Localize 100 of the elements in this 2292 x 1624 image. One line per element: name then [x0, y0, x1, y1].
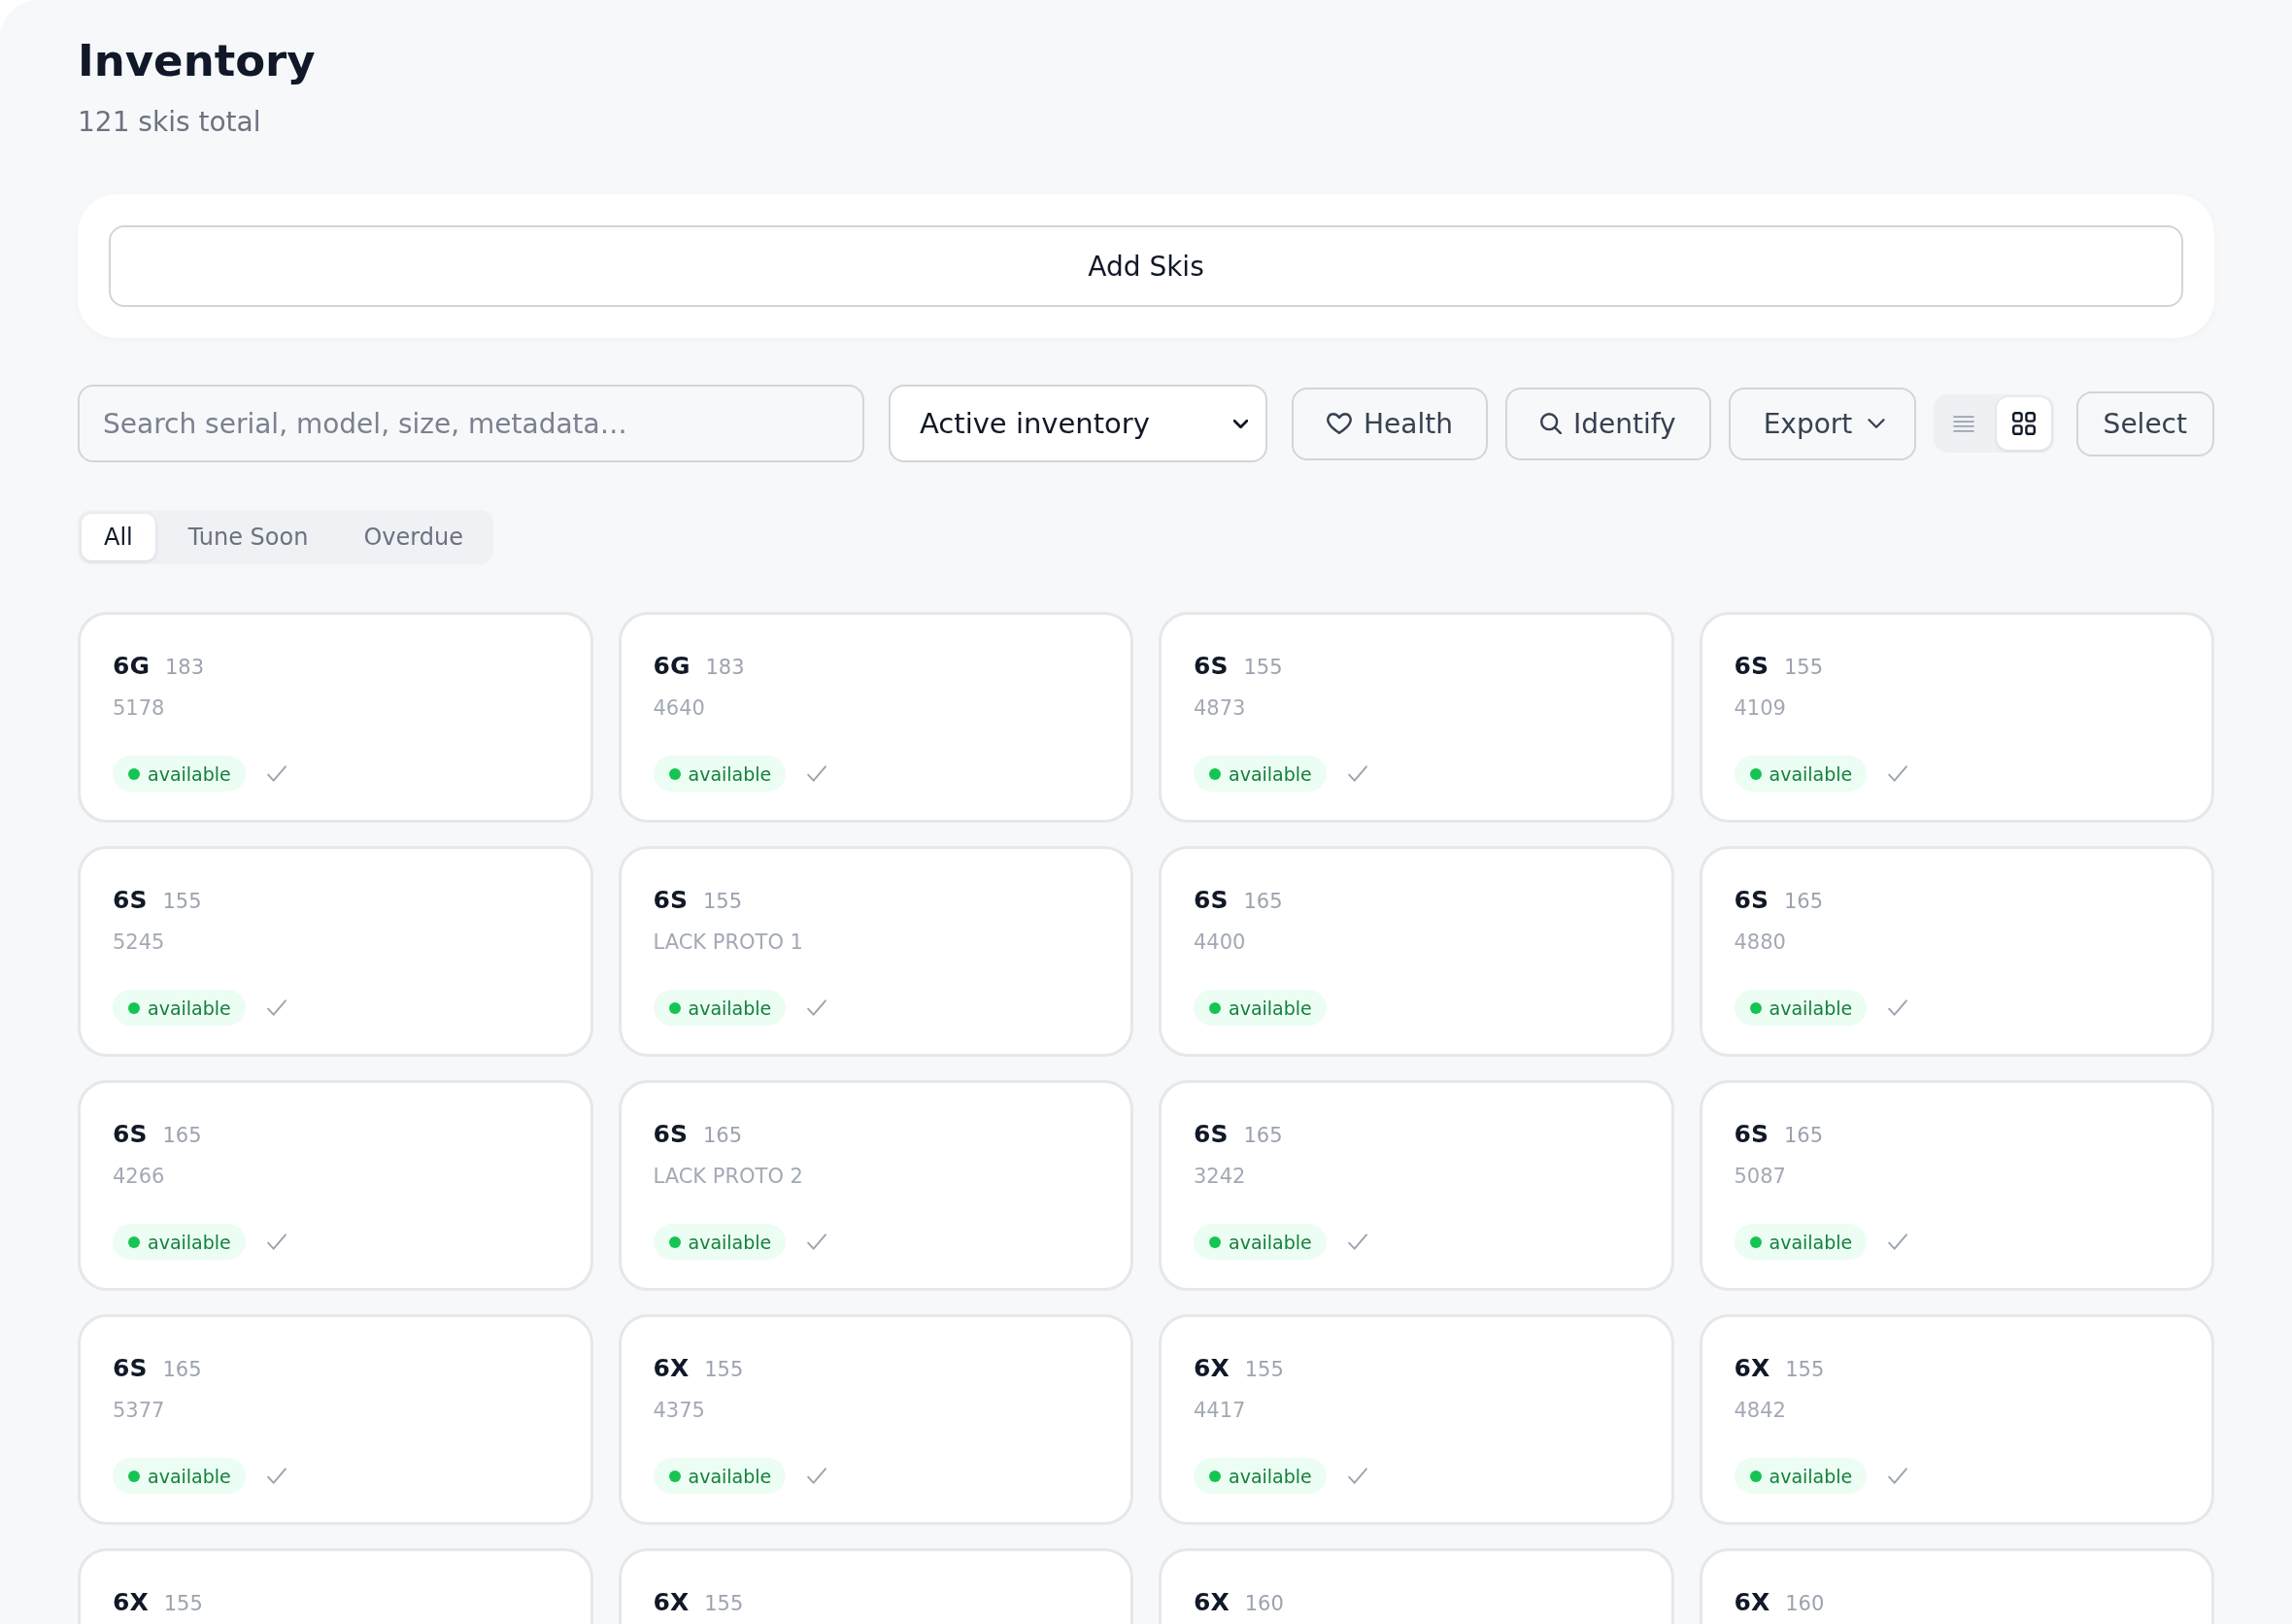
ski-model: 6X	[1734, 1587, 1770, 1618]
ski-size: 155	[1785, 1357, 1825, 1383]
ski-card[interactable]: 6S 155 LACK PROTO 1 available	[618, 846, 1133, 1057]
status-label: available	[1229, 997, 1312, 1019]
status-label: available	[148, 997, 231, 1019]
status-dot-icon	[128, 1470, 140, 1482]
status-label: available	[1229, 762, 1312, 785]
status-dot-icon	[1749, 767, 1762, 780]
toolbar-button[interactable]: Export	[1728, 387, 1917, 460]
status-dot-icon	[1209, 1235, 1221, 1248]
serial-number: 4842	[1734, 1398, 1787, 1424]
status-dot-icon	[128, 1235, 140, 1248]
heart-icon	[1327, 413, 1352, 434]
ski-card[interactable]: 6X 155	[618, 1548, 1133, 1624]
ski-card[interactable]: 6X 155 4417 available	[1159, 1314, 1674, 1525]
grid-icon	[2012, 412, 2037, 435]
filter-tab[interactable]: Tune Soon	[165, 514, 331, 560]
serial-number: 4880	[1734, 930, 1787, 956]
add-skis-button[interactable]: Add Skis	[109, 225, 2183, 307]
ski-model: 6X	[1194, 1587, 1230, 1618]
ski-size: 155	[704, 1591, 744, 1617]
serial-number: LACK PROTO 2	[653, 1164, 804, 1190]
ski-card[interactable]: 6X 155 4375 available	[618, 1314, 1133, 1525]
ski-card[interactable]: 6S 155 5245 available	[78, 846, 593, 1057]
ski-card[interactable]: 6S 165 3242 available	[1159, 1080, 1674, 1291]
ski-size: 183	[164, 655, 204, 681]
ski-card[interactable]: 6S 165 5377 available	[78, 1314, 593, 1525]
grid-view-button[interactable]	[1997, 397, 2052, 450]
status-dot-icon	[1749, 1470, 1762, 1482]
status-dot-icon	[668, 767, 681, 780]
ski-card[interactable]: 6S 165 4266 available	[78, 1080, 593, 1291]
status-label: available	[688, 762, 772, 785]
ski-size: 165	[162, 1357, 202, 1383]
serial-number: 4417	[1194, 1398, 1247, 1424]
ski-size: 165	[1783, 1123, 1823, 1149]
ski-model: 6S	[113, 1119, 148, 1150]
ski-size: 155	[704, 1357, 744, 1383]
status-label: available	[688, 1231, 772, 1253]
serial-number: 4266	[113, 1164, 166, 1190]
search-field[interactable]: Search serial, model, size, metadata…	[78, 385, 864, 462]
status-label: available	[1769, 762, 1853, 785]
status-label: available	[1229, 1231, 1312, 1253]
ski-card[interactable]: 6X 155 4842 available	[1699, 1314, 2214, 1525]
filter-tab[interactable]: Overdue	[341, 514, 486, 560]
ski-card[interactable]: 6S 165 4880 available	[1699, 846, 2214, 1057]
ski-model: 6X	[1734, 1353, 1770, 1384]
inventory-select[interactable]: Active inventory	[889, 385, 1267, 462]
ski-model: 6X	[1194, 1353, 1230, 1384]
ski-card[interactable]: 6S 155 4109 available	[1699, 612, 2214, 823]
toolbar-button[interactable]: Identify	[1504, 387, 1711, 460]
ski-card[interactable]: 6X 160	[1159, 1548, 1674, 1624]
serial-number: 3242	[1194, 1164, 1247, 1190]
ski-card[interactable]: 6G 183 4640 available	[618, 612, 1133, 823]
status-dot-icon	[128, 1001, 140, 1014]
ski-model: 6S	[113, 885, 148, 916]
status-dot-icon	[668, 1235, 681, 1248]
ski-card[interactable]: 6S 155 4873 available	[1159, 612, 1674, 823]
ski-card[interactable]: 6S 165 4400 available	[1159, 846, 1674, 1057]
status-dot-icon	[668, 1001, 681, 1014]
ski-size: 165	[1243, 1123, 1283, 1149]
status-label: available	[1769, 1231, 1853, 1253]
toolbar-button[interactable]: Health	[1292, 387, 1488, 460]
status-dot-icon	[1209, 767, 1221, 780]
ski-card[interactable]: 6X 160	[1699, 1548, 2214, 1624]
serial-number: LACK PROTO 1	[653, 930, 804, 956]
status-dot-icon	[128, 767, 140, 780]
serial-number: 4400	[1194, 930, 1247, 956]
ski-size: 165	[1243, 889, 1283, 915]
ski-size: 160	[1244, 1591, 1284, 1617]
ski-model: 6S	[1734, 1119, 1769, 1150]
ski-model: 6S	[113, 1353, 148, 1384]
ski-size: 183	[705, 655, 745, 681]
ski-model: 6S	[1734, 651, 1769, 682]
serial-number: 4873	[1194, 695, 1247, 722]
ski-size: 165	[1783, 889, 1823, 915]
status-label: available	[1769, 1465, 1853, 1487]
ski-card[interactable]: 6G 183 5178 available	[78, 612, 593, 823]
ski-size: 155	[162, 889, 202, 915]
ski-model: 6S	[1194, 651, 1229, 682]
ski-model: 6S	[653, 1119, 688, 1150]
ski-model: 6S	[1194, 1119, 1229, 1150]
ski-model: 6G	[653, 651, 691, 682]
status-label: available	[688, 997, 772, 1019]
serial-number: 5377	[113, 1398, 166, 1424]
ski-size: 165	[162, 1123, 202, 1149]
list-icon	[1953, 415, 1975, 432]
ski-card[interactable]: 6S 165 5087 available	[1699, 1080, 2214, 1291]
status-dot-icon	[1209, 1001, 1221, 1014]
ski-size: 160	[1785, 1591, 1825, 1617]
ski-model: 6X	[653, 1353, 690, 1384]
filter-tab[interactable]: All	[82, 514, 155, 560]
ski-model: 6X	[653, 1587, 690, 1618]
status-dot-icon	[1749, 1235, 1762, 1248]
ski-size: 155	[702, 889, 742, 915]
status-dot-icon	[1749, 1001, 1762, 1014]
ski-card[interactable]: 6S 165 LACK PROTO 2 available	[618, 1080, 1133, 1291]
search-icon	[1539, 413, 1562, 434]
ski-card[interactable]: 6X 155	[78, 1548, 593, 1624]
select-button[interactable]: Select	[2075, 390, 2214, 457]
chevron-down-icon	[1868, 419, 1886, 428]
